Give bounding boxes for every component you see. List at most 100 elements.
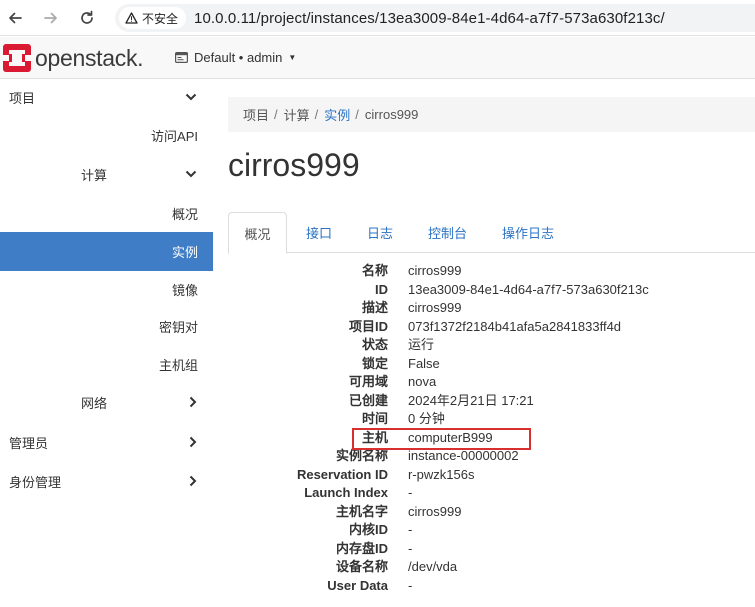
detail-value: 运行 (408, 337, 435, 352)
tab-label: 日志 (367, 226, 394, 241)
detail-value: - (408, 577, 413, 593)
sidebar-item-label: 概况 (171, 206, 198, 222)
sidebar-item-compute[interactable]: 计算 (0, 155, 213, 193)
back-button[interactable] (4, 7, 26, 29)
tab-label: 接口 (306, 226, 333, 241)
sidebar-item-project[interactable]: 项目 (0, 79, 213, 115)
sidebar-item-label: 访问API (151, 128, 198, 144)
openstack-header: openstack. Default • admin ▼ (0, 37, 755, 79)
browser-toolbar: 不安全 10.0.0.11/project/instances/13ea3009… (0, 0, 755, 36)
tab-console[interactable]: 控制台 (428, 212, 467, 253)
detail-value: False (408, 355, 440, 371)
detail-value: 2024年2月21日 17:21 (408, 392, 534, 408)
breadcrumb-separator: / (314, 107, 319, 122)
main-content: 项目 / 计算 / 实例 / cirros999 cirros999 概况 接口… (213, 79, 755, 607)
detail-value: 073f1372f2184b41afa5a2841833ff4d (408, 318, 622, 334)
tab-label: 控制台 (428, 226, 468, 241)
detail-key: 时间 (361, 411, 388, 426)
detail-value: cirros999 (408, 503, 462, 519)
arrow-left-icon (9, 12, 22, 24)
sidebar-item-server-groups[interactable]: 主机组 (0, 345, 213, 383)
chevron-right-icon (189, 436, 197, 448)
chevron-down-icon (185, 93, 197, 101)
detail-row: Launch Index - (213, 484, 755, 502)
detail-key: 设备名称 (335, 559, 388, 574)
detail-key: 主机名字 (335, 503, 388, 519)
breadcrumb-item-compute: 计算 (283, 108, 310, 123)
chevron-down-icon (185, 170, 197, 178)
detail-value: /dev/vda (408, 559, 458, 574)
breadcrumb-item-instances[interactable]: 实例 (324, 105, 350, 124)
detail-row: 名称 cirros999 (213, 262, 755, 280)
detail-key: 名称 (361, 263, 388, 278)
domain-selector-label: Default • admin (194, 50, 283, 65)
tab-label: 操作日志 (502, 226, 555, 241)
detail-row: 项目ID 073f1372f2184b41afa5a2841833ff4d (213, 318, 755, 336)
detail-key: 项目ID (348, 318, 388, 334)
sidebar-item-network[interactable]: 网络 (0, 383, 213, 421)
detail-key: 描述 (361, 300, 388, 315)
detail-row: 可用域 nova (213, 373, 755, 391)
sidebar-item-overview[interactable]: 概况 (0, 194, 213, 232)
tab-interfaces[interactable]: 接口 (306, 212, 332, 253)
breadcrumb-separator: / (355, 107, 359, 122)
sidebar-item-access-api[interactable]: 访问API (0, 116, 213, 154)
detail-key: 锁定 (361, 355, 388, 371)
openstack-logo[interactable]: openstack. (3, 44, 144, 72)
forward-button[interactable] (40, 7, 62, 29)
tab-label: 概况 (244, 226, 271, 242)
detail-value: cirros999 (408, 263, 462, 278)
sidebar-item-admin[interactable]: 管理员 (0, 423, 213, 461)
detail-value: r-pwzk156s (408, 466, 475, 482)
detail-key: 已创建 (348, 392, 388, 408)
detail-row: 状态 运行 (213, 336, 755, 354)
sidebar-item-identity[interactable]: 身份管理 (0, 462, 213, 500)
page-title: cirros999 (228, 147, 360, 183)
breadcrumb-item-project: 项目 (243, 108, 270, 123)
sidebar-item-label: 镜像 (171, 282, 198, 298)
detail-row: 内核ID - (213, 521, 755, 539)
sidebar-item-images[interactable]: 镜像 (0, 271, 213, 307)
detail-row: User Data - (213, 577, 755, 595)
logo-text: openstack. (35, 44, 144, 71)
detail-key: 内存盘ID (335, 540, 388, 556)
host-highlight-box (352, 428, 531, 450)
tab-overview[interactable]: 概况 (228, 212, 287, 254)
detail-value: nova (408, 374, 437, 389)
detail-key: 可用域 (348, 374, 388, 389)
detail-value: 13ea3009-84e1-4d64-a7f7-573a630f213c (408, 281, 649, 297)
sidebar-item-label: 密钥对 (158, 319, 198, 335)
detail-value: - (408, 540, 413, 556)
breadcrumb-item-current: cirros999 (364, 107, 419, 122)
detail-tabs: 概况 接口 日志 控制台 操作日志 (228, 212, 755, 254)
detail-key: 内核ID (348, 522, 388, 537)
security-indicator[interactable]: 不安全 (119, 7, 187, 29)
sidebar: 项目 访问API 计算 概况 实例 镜像 密钥对 主机组 网络 管理员 身份管理 (0, 79, 213, 607)
tab-action-log[interactable]: 操作日志 (502, 212, 554, 253)
reload-icon (81, 10, 93, 24)
detail-key: 状态 (361, 337, 388, 352)
sidebar-item-instances[interactable]: 实例 (0, 232, 213, 271)
tab-log[interactable]: 日志 (367, 212, 393, 253)
detail-key: Launch Index (304, 485, 388, 500)
project-icon (175, 52, 188, 63)
chevron-right-icon (189, 475, 197, 487)
url-text[interactable]: 10.0.0.11/project/instances/13ea3009-84e… (194, 10, 665, 27)
breadcrumb: 项目 / 计算 / 实例 / cirros999 (228, 97, 755, 132)
security-label: 不安全 (142, 11, 179, 26)
address-bar[interactable]: 不安全 10.0.0.11/project/instances/13ea3009… (115, 4, 755, 32)
detail-row: 锁定 False (213, 355, 755, 373)
sidebar-item-key-pairs[interactable]: 密钥对 (0, 307, 213, 345)
domain-project-selector[interactable]: Default • admin ▼ (175, 50, 296, 65)
arrow-right-icon (44, 12, 57, 24)
detail-value: - (408, 522, 413, 537)
sidebar-item-label: 实例 (171, 245, 198, 260)
caret-down-icon: ▼ (288, 53, 297, 62)
detail-value: - (408, 485, 413, 500)
reload-button[interactable] (76, 7, 98, 29)
detail-key: User Data (327, 577, 388, 593)
sidebar-item-label: 管理员 (9, 435, 49, 451)
chevron-right-icon (189, 396, 197, 408)
sidebar-item-label: 身份管理 (9, 474, 62, 490)
detail-row: 时间 0 分钟 (213, 410, 755, 428)
